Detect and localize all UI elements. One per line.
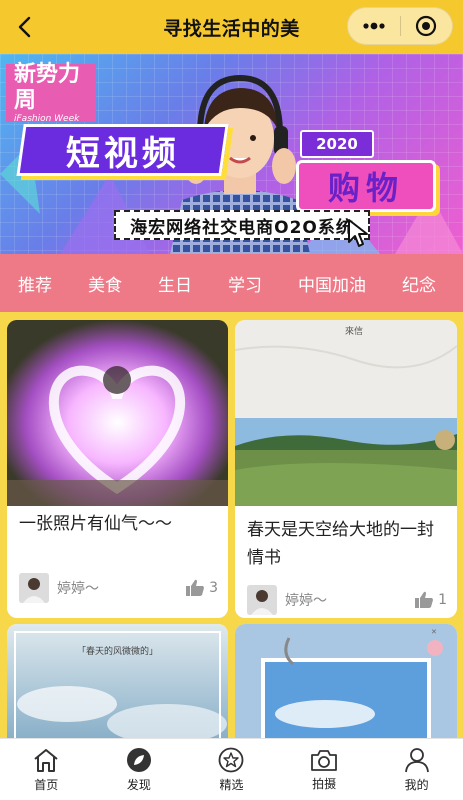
bottom-tab-bar: 首页 发现 精选 拍摄 我的	[0, 738, 463, 800]
post-title: 春天是天空给大地的一封情书	[247, 520, 434, 568]
post-image-sky	[7, 624, 228, 738]
post-card[interactable]: 「春天的风微微的」	[7, 624, 228, 738]
tab-china-cheer[interactable]: 中国加油	[280, 271, 384, 296]
bottom-tab-featured[interactable]: 精选	[185, 739, 278, 800]
tab-study[interactable]: 学习	[210, 271, 280, 296]
like-button[interactable]: 1	[414, 591, 447, 609]
post-image-spring-field: 來信	[235, 320, 457, 506]
author-name: 婷婷～	[57, 581, 99, 597]
ifashion-week-logo: 新势力周 iFashion Week	[6, 62, 96, 124]
top-nav-bar: 寻找生活中的美	[0, 0, 463, 54]
bottom-tab-shoot[interactable]: 拍摄	[278, 739, 371, 800]
bottom-tab-mine[interactable]: 我的	[370, 739, 463, 800]
post-title: 一张照片有仙气～～	[19, 514, 172, 534]
post-meta: 婷婷～ 3	[19, 572, 218, 604]
bottom-tab-discover[interactable]: 发现	[93, 739, 186, 800]
user-photo-icon	[247, 585, 277, 615]
back-button[interactable]	[10, 12, 40, 42]
logo-english-text: iFashion Week	[14, 114, 80, 124]
post-card[interactable]: ✕	[235, 624, 457, 738]
user-icon	[404, 747, 429, 772]
post-image-caption: 「春天的风微微的」	[76, 647, 158, 657]
like-button[interactable]: 3	[185, 579, 218, 597]
bottom-tab-label: 精选	[219, 777, 244, 792]
bottom-tab-label: 发现	[126, 777, 151, 792]
shopping-text: 购物	[327, 169, 404, 207]
camera-icon	[311, 749, 337, 771]
svg-text:✕: ✕	[431, 628, 437, 636]
more-button[interactable]	[348, 8, 400, 44]
compass-icon	[126, 747, 151, 772]
promo-banner[interactable]: 新势力周 iFashion Week 短视频 2020 购物 海宏网络社交电商O…	[0, 54, 463, 254]
year-badge: 2020	[300, 130, 374, 158]
thumbs-up-icon	[415, 591, 434, 608]
system-label-text: 海宏网络社交电商O2O系统	[130, 217, 354, 238]
bottom-tab-label: 拍摄	[312, 776, 337, 791]
post-image-fairy	[7, 320, 228, 506]
post-feed: 一张照片有仙气～～ 婷婷～ 3 來信 春天是天空给大地的一封情书 婷婷～ 1 「…	[0, 312, 463, 738]
tab-food[interactable]: 美食	[70, 271, 140, 296]
category-tabs: 推荐 美食 生日 学习 中国加油 纪念	[0, 254, 463, 312]
thumbs-up-icon	[186, 579, 205, 596]
post-meta: 婷婷～ 1	[247, 584, 447, 616]
close-program-button[interactable]	[401, 8, 453, 44]
tab-recommend[interactable]: 推荐	[0, 271, 70, 296]
bottom-tab-label: 我的	[404, 777, 429, 792]
like-count: 1	[438, 592, 447, 608]
banner-headline: 短视频	[16, 124, 229, 176]
user-photo-icon	[19, 573, 49, 603]
shopping-label: 购物	[296, 160, 436, 212]
mini-program-capsule	[347, 7, 453, 45]
like-count: 3	[209, 580, 218, 596]
bottom-tab-label: 首页	[34, 777, 59, 792]
mouse-pointer-icon	[348, 219, 368, 247]
post-card[interactable]: 來信 春天是天空给大地的一封情书 婷婷～ 1	[235, 320, 457, 618]
avatar[interactable]	[19, 573, 49, 603]
home-icon	[34, 748, 58, 772]
tab-memorial[interactable]: 纪念	[384, 271, 454, 296]
target-close-icon	[416, 15, 437, 37]
author-name: 婷婷～	[285, 593, 327, 609]
more-dots-icon	[363, 22, 385, 30]
svg-text:來信: 來信	[345, 325, 363, 337]
tab-birthday[interactable]: 生日	[140, 271, 210, 296]
avatar[interactable]	[247, 585, 277, 615]
bottom-tab-home[interactable]: 首页	[0, 739, 93, 800]
system-label: 海宏网络社交电商O2O系统	[114, 210, 370, 240]
post-card[interactable]: 一张照片有仙气～～ 婷婷～ 3	[7, 320, 228, 618]
logo-chinese-text: 新势力周	[14, 62, 81, 113]
headline-text: 短视频	[65, 133, 180, 174]
post-image-sky-frame: ✕	[235, 624, 457, 738]
chevron-left-icon	[18, 16, 31, 38]
star-icon	[219, 747, 244, 772]
page-title: 寻找生活中的美	[163, 17, 300, 40]
